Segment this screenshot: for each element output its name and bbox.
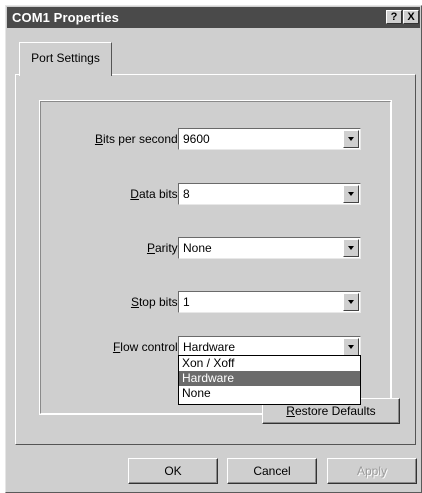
- ok-button[interactable]: OK: [128, 458, 218, 484]
- list-item-hardware[interactable]: Hardware: [179, 371, 360, 386]
- tab-port-settings[interactable]: Port Settings: [19, 42, 112, 76]
- stop-bits-combo[interactable]: 1: [178, 291, 361, 313]
- parity-value: None: [183, 241, 212, 255]
- chevron-down-icon[interactable]: [343, 185, 359, 203]
- data-bits-label: Data bits:: [130, 187, 181, 201]
- stop-bits-label: Stop bits:: [130, 295, 181, 309]
- window-title: COM1 Properties: [12, 10, 119, 25]
- bits-per-second-combo[interactable]: 9600: [178, 128, 361, 150]
- cancel-button[interactable]: Cancel: [227, 458, 317, 484]
- data-bits-combo[interactable]: 8: [178, 183, 361, 205]
- parity-combo[interactable]: None: [178, 237, 361, 259]
- help-button[interactable]: ?: [386, 10, 402, 24]
- data-bits-value: 8: [183, 187, 190, 201]
- title-bar[interactable]: COM1 Properties ? X: [7, 7, 420, 28]
- chevron-down-icon[interactable]: [343, 130, 359, 148]
- flow-control-value: Hardware: [183, 340, 236, 354]
- list-item-xon-xoff[interactable]: Xon / Xoff: [179, 356, 360, 371]
- flow-control-dropdown-list[interactable]: Xon / Xoff Hardware None: [178, 355, 361, 405]
- bits-per-second-label: Bits per second:: [94, 132, 181, 146]
- parity-label: Parity:: [146, 241, 181, 255]
- flow-control-label: Flow control:: [112, 340, 181, 354]
- properties-window: COM1 Properties ? X Port Settings Bits p…: [5, 5, 422, 493]
- stop-bits-value: 1: [183, 295, 190, 309]
- chevron-down-icon[interactable]: [343, 293, 359, 311]
- chevron-down-icon[interactable]: [343, 338, 359, 356]
- bits-per-second-value: 9600: [183, 132, 210, 146]
- list-item-none[interactable]: None: [179, 386, 360, 401]
- close-button[interactable]: X: [403, 10, 419, 24]
- chevron-down-icon[interactable]: [343, 239, 359, 257]
- apply-button[interactable]: Apply: [327, 458, 417, 484]
